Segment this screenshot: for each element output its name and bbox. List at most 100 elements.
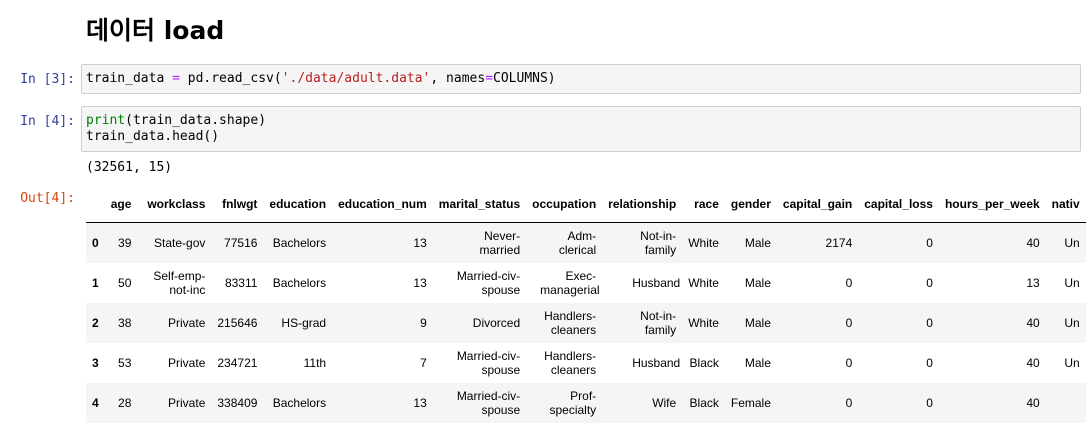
row-index: 2: [92, 316, 99, 330]
cell-4-code-editor[interactable]: print(train_data.shape) train_data.head(…: [81, 106, 1081, 152]
table-row: 1 50 Self-emp-not-inc 83311 Bachelors 13…: [86, 263, 1086, 303]
column-header-index: [86, 186, 105, 223]
cell-marital-status: Married-civ-spouse: [433, 263, 526, 303]
cell-workclass: State-gov: [137, 223, 211, 264]
markdown-heading: 데이터 load: [86, 16, 225, 45]
cell-occupation: Adm-clerical: [526, 223, 602, 264]
cell-native: Un: [1064, 236, 1080, 250]
column-header-gender: gender: [724, 186, 777, 223]
cell-text: Husband: [632, 356, 681, 370]
cell-education: Bachelors: [272, 276, 327, 290]
cell-fnlwgt: 215646: [217, 316, 258, 330]
cell-text: Handlers-cleaners: [544, 309, 597, 337]
cell-relationship: Not-in-family: [602, 303, 682, 343]
cell-education: 11th: [303, 356, 327, 370]
cell-text: Married-civ-spouse: [456, 269, 521, 297]
dataframe-output[interactable]: age workclass fnlwgt education education…: [86, 186, 1089, 423]
cell-text: Adm-clerical: [558, 229, 597, 257]
cell-education: HS-grad: [281, 316, 327, 330]
cell-3-in-prompt: In [3]:: [20, 72, 75, 87]
cell-education-num: 13: [413, 276, 427, 290]
cell-marital-status: Married-civ-spouse: [433, 343, 526, 383]
cell-occupation: Exec-managerial: [526, 263, 602, 303]
cell-gender: Male: [744, 276, 771, 290]
cell-text: Exec-managerial: [540, 269, 600, 297]
cell-race: Black: [689, 396, 719, 410]
cell-capital-loss: 0: [926, 396, 933, 410]
cell-native: [1046, 383, 1086, 423]
cell-gender: Male: [744, 356, 771, 370]
cell-education-num: 7: [420, 356, 427, 370]
cell-age: 28: [118, 396, 132, 410]
table-row: 3 53 Private 234721 11th 7 Married-civ-s…: [86, 343, 1086, 383]
cell-text: Not-in-family: [640, 309, 677, 337]
cell-fnlwgt: 77516: [224, 236, 258, 250]
cell-capital-loss: 0: [926, 316, 933, 330]
cell-education: Bachelors: [272, 396, 327, 410]
cell-workclass: Private: [137, 383, 211, 423]
column-header-race: race: [682, 186, 725, 223]
assign-operator: =: [172, 71, 180, 86]
column-header-hours-per-week: hours_per_week: [938, 186, 1046, 223]
column-header-education: education: [263, 186, 333, 223]
code-token: train_data.head(): [86, 129, 220, 144]
dataframe-table: age workclass fnlwgt education education…: [86, 186, 1086, 423]
cell-4-stdout: (32561, 15): [86, 160, 173, 175]
cell-education-num: 9: [420, 316, 427, 330]
cell-education-num: 13: [413, 236, 427, 250]
cell-text: Married-civ-spouse: [456, 349, 521, 377]
cell-race: White: [688, 276, 719, 290]
cell-native: Un: [1064, 276, 1080, 290]
cell-gender: Male: [744, 316, 771, 330]
cell-text: Private: [168, 396, 206, 410]
cell-occupation: Handlers-cleaners: [526, 303, 602, 343]
row-index: 0: [92, 236, 99, 250]
cell-text: Handlers-cleaners: [544, 349, 597, 377]
row-index: 3: [92, 356, 99, 370]
cell-hours-per-week: 13: [1026, 276, 1040, 290]
cell-education: Bachelors: [272, 236, 327, 250]
cell-marital-status: Married-civ-spouse: [433, 383, 526, 423]
cell-text: Prof-specialty: [549, 389, 597, 417]
cell-occupation: Prof-specialty: [526, 383, 602, 423]
cell-hours-per-week: 40: [1026, 356, 1040, 370]
cell-capital-loss: 0: [926, 356, 933, 370]
cell-age: 50: [118, 276, 132, 290]
assign-operator: =: [485, 71, 494, 86]
cell-gender: Female: [730, 396, 771, 410]
cell-relationship: Wife: [602, 383, 682, 423]
cell-text: Private: [168, 316, 206, 330]
cell-text: Never-married: [479, 229, 521, 257]
table-row: 2 38 Private 215646 HS-grad 9 Divorced H…: [86, 303, 1086, 343]
cell-marital-status: Never-married: [433, 223, 526, 264]
column-header-marital-status: marital_status: [432, 186, 527, 223]
cell-race: White: [688, 316, 719, 330]
string-literal: './data/adult.data': [281, 71, 431, 86]
code-token: pd.read_csv(: [179, 71, 282, 86]
cell-native: Un: [1064, 356, 1080, 370]
cell-text: Married-civ-spouse: [456, 389, 521, 417]
code-token: , names: [430, 71, 486, 86]
cell-capital-gain: 0: [845, 316, 853, 330]
code-token: (train_data.shape): [125, 113, 267, 128]
cell-4-out-prompt: Out[4]:: [20, 191, 75, 206]
cell-age: 53: [118, 356, 132, 370]
cell-age: 38: [118, 316, 132, 330]
cell-workclass: Private: [137, 303, 211, 343]
row-index: 1: [92, 276, 99, 290]
column-header-education-num: education_num: [332, 186, 433, 223]
cell-text: Private: [168, 356, 206, 370]
cell-workclass: Self-emp-not-inc: [137, 263, 211, 303]
code-token: COLUMNS): [493, 71, 556, 86]
column-header-fnlwgt: fnlwgt: [211, 186, 264, 223]
column-header-relationship: relationship: [602, 186, 683, 223]
column-header-capital-gain: capital_gain: [776, 186, 859, 223]
cell-3-code-editor[interactable]: train_data = pd.read_csv('./data/adult.d…: [81, 64, 1081, 94]
cell-occupation: Handlers-cleaners: [526, 343, 602, 383]
column-header-native: nativ: [1045, 186, 1086, 223]
cell-capital-loss: 0: [926, 236, 933, 250]
cell-capital-gain: 0: [845, 356, 853, 370]
cell-text: Not-in-family: [640, 229, 677, 257]
cell-4-in-prompt: In [4]:: [20, 114, 75, 129]
row-index: 4: [92, 396, 99, 410]
